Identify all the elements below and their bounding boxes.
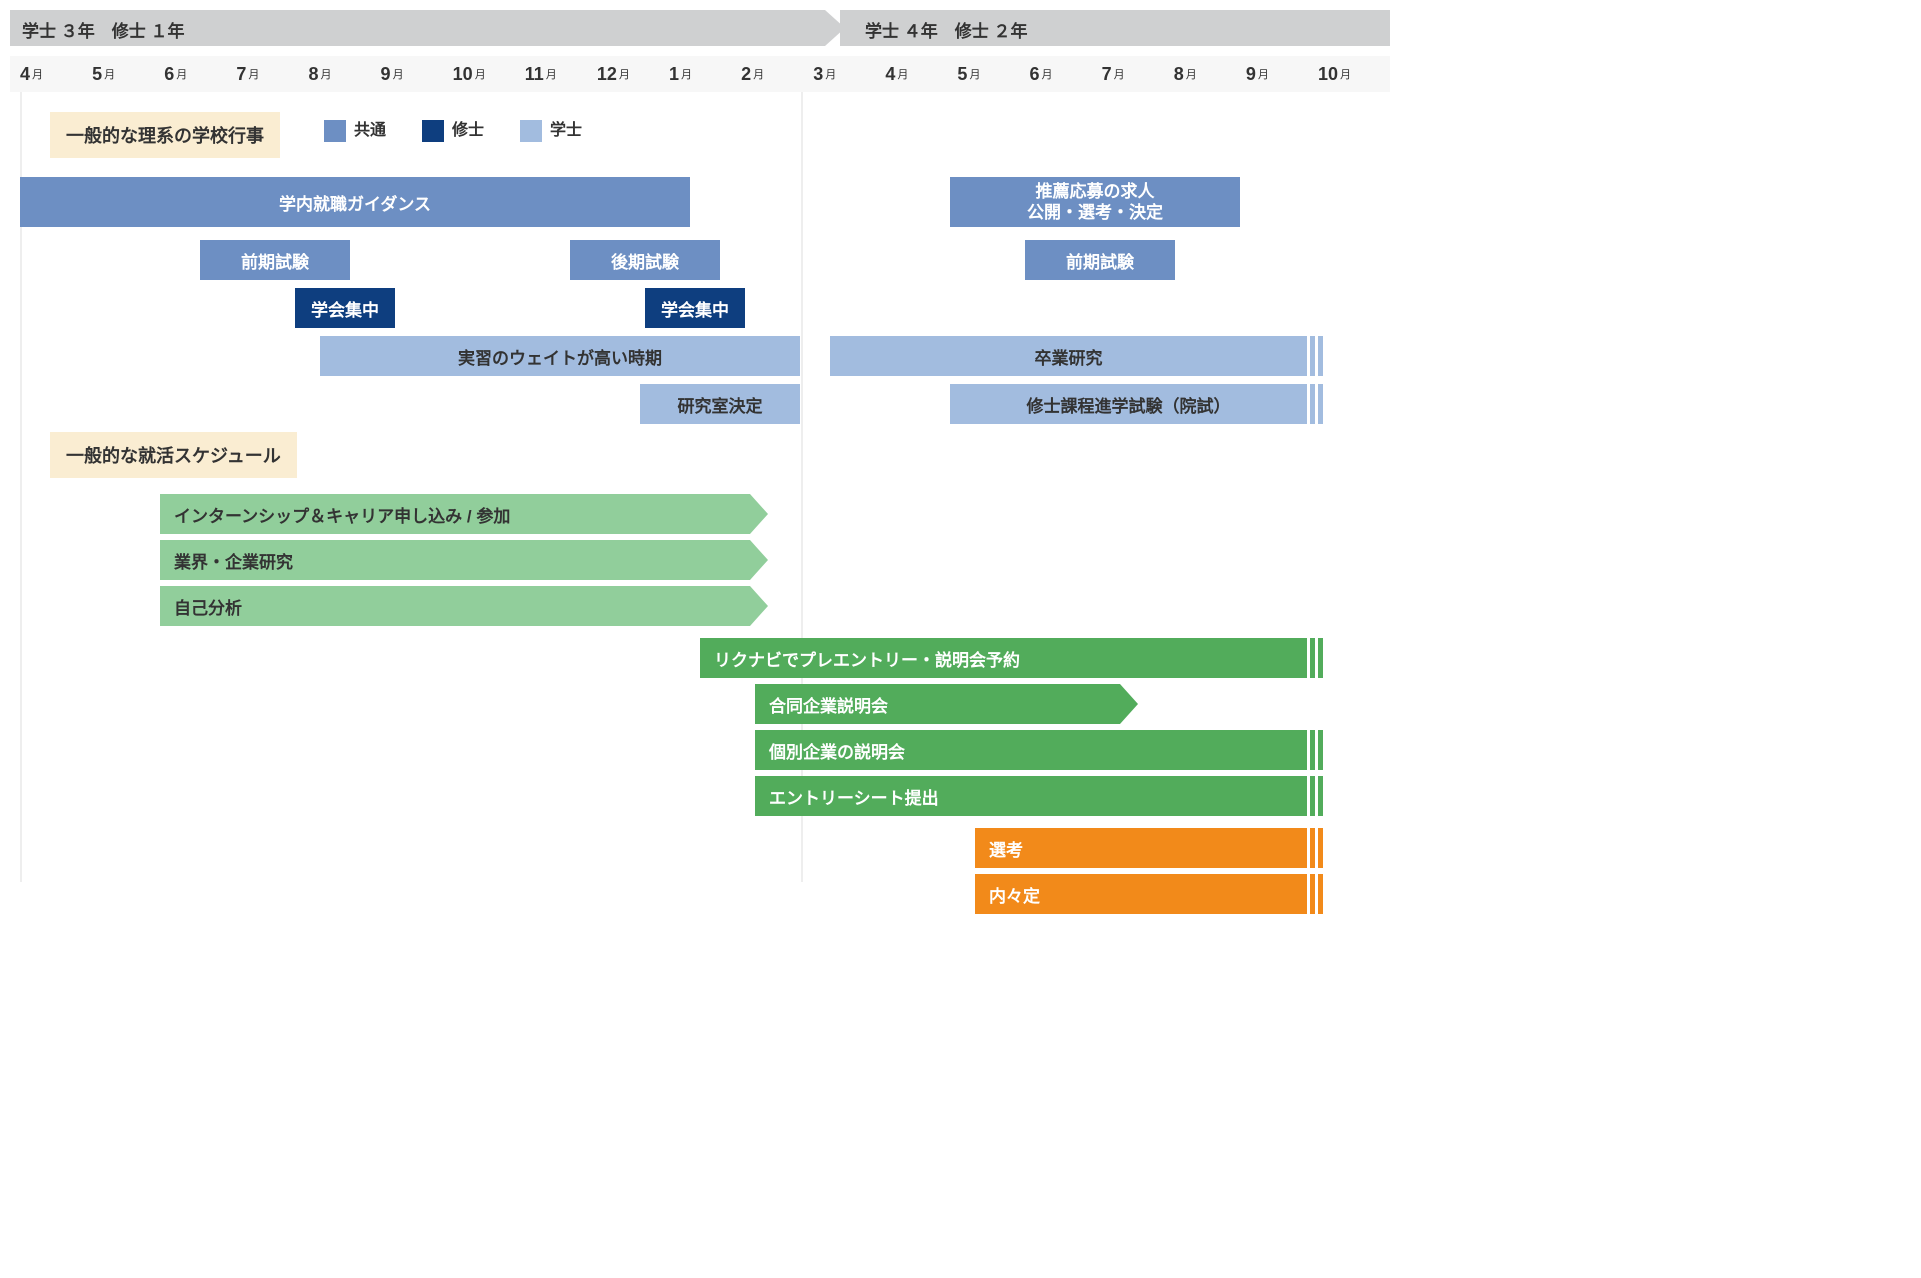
bar-indiv: 個別企業の説明会 bbox=[755, 730, 1307, 770]
month-cell: 9月 bbox=[1246, 56, 1318, 92]
continuation-stripe bbox=[1310, 384, 1315, 424]
month-cell: 7月 bbox=[236, 56, 308, 92]
section1-title: 一般的な理系の学校行事 bbox=[50, 112, 280, 158]
bar-es: エントリーシート提出 bbox=[755, 776, 1307, 816]
bar-text: 公開・選考・決定 bbox=[1027, 203, 1163, 222]
bar-industry: 業界・企業研究 bbox=[160, 540, 750, 580]
bar-conf2: 学会集中 bbox=[645, 288, 745, 328]
legend-label: 修士 bbox=[452, 122, 484, 139]
legend-swatch-common bbox=[324, 120, 346, 142]
bar-selection: 選考 bbox=[975, 828, 1307, 868]
month-cell: 7月 bbox=[1102, 56, 1174, 92]
bar-exam-first1: 前期試験 bbox=[200, 240, 350, 280]
timeline-chart: 学士 ３年 修士 １年 学士 ４年 修士 ２年 4月5月6月7月8月9月10月1… bbox=[10, 10, 1390, 890]
continuation-stripe bbox=[1318, 336, 1323, 376]
legend-swatch-bachelor bbox=[520, 120, 542, 142]
month-cell: 5月 bbox=[957, 56, 1029, 92]
month-cell: 5月 bbox=[92, 56, 164, 92]
bar-text: 推薦応募の求人 bbox=[1036, 182, 1155, 201]
month-cell: 3月 bbox=[813, 56, 885, 92]
month-cell: 10月 bbox=[1318, 56, 1390, 92]
month-cell: 9月 bbox=[381, 56, 453, 92]
bar-recommend: 推薦応募の求人 公開・選考・決定 bbox=[950, 177, 1240, 227]
month-cell: 10月 bbox=[453, 56, 525, 92]
bar-preentry: リクナビでプレエントリー・説明会予約 bbox=[700, 638, 1307, 678]
continuation-stripe bbox=[1318, 874, 1323, 914]
continuation-stripe bbox=[1310, 776, 1315, 816]
continuation-stripe bbox=[1318, 384, 1323, 424]
legend-label: 共通 bbox=[354, 122, 386, 139]
continuation-stripe bbox=[1310, 874, 1315, 914]
continuation-stripe bbox=[1310, 730, 1315, 770]
bar-gradexam: 修士課程進学試験（院試） bbox=[950, 384, 1307, 424]
continuation-stripe bbox=[1318, 828, 1323, 868]
year-left: 学士 ３年 修士 １年 bbox=[10, 10, 825, 46]
month-cell: 2月 bbox=[741, 56, 813, 92]
bar-offer: 内々定 bbox=[975, 874, 1307, 914]
continuation-stripe bbox=[1318, 730, 1323, 770]
bar-labdecide: 研究室決定 bbox=[640, 384, 800, 424]
month-cell: 4月 bbox=[885, 56, 957, 92]
continuation-stripe bbox=[1310, 336, 1315, 376]
month-cell: 8月 bbox=[308, 56, 380, 92]
continuation-stripe bbox=[1318, 776, 1323, 816]
bar-self: 自己分析 bbox=[160, 586, 750, 626]
bar-exam-second: 後期試験 bbox=[570, 240, 720, 280]
bar-practice: 実習のウェイトが高い時期 bbox=[320, 336, 800, 376]
month-cell: 6月 bbox=[1030, 56, 1102, 92]
bar-conf1: 学会集中 bbox=[295, 288, 395, 328]
month-cell: 8月 bbox=[1174, 56, 1246, 92]
month-cell: 4月 bbox=[20, 56, 92, 92]
month-row: 4月5月6月7月8月9月10月11月12月1月2月3月4月5月6月7月8月9月1… bbox=[10, 56, 1390, 92]
year-arrow-icon bbox=[825, 10, 845, 46]
legend: 共通 修士 学士 bbox=[310, 116, 582, 142]
bar-thesis: 卒業研究 bbox=[830, 336, 1307, 376]
bar-joint: 合同企業説明会 bbox=[755, 684, 1120, 724]
month-cell: 11月 bbox=[525, 56, 597, 92]
legend-label: 学士 bbox=[550, 122, 582, 139]
bar-intern: インターンシップ＆キャリア申し込み / 参加 bbox=[160, 494, 750, 534]
section2-title: 一般的な就活スケジュール bbox=[50, 432, 297, 478]
grid-area: 一般的な理系の学校行事 共通 修士 学士 学内就職ガイダンス 推薦応募の求人 公… bbox=[10, 92, 1390, 882]
month-cell: 1月 bbox=[669, 56, 741, 92]
bar-guidance: 学内就職ガイダンス bbox=[20, 177, 690, 227]
continuation-stripe bbox=[1310, 828, 1315, 868]
bar-exam-first2: 前期試験 bbox=[1025, 240, 1175, 280]
continuation-stripe bbox=[1318, 638, 1323, 678]
year-header: 学士 ３年 修士 １年 学士 ４年 修士 ２年 bbox=[10, 10, 1390, 46]
legend-swatch-master bbox=[422, 120, 444, 142]
continuation-stripe bbox=[1310, 638, 1315, 678]
month-cell: 6月 bbox=[164, 56, 236, 92]
year-right: 学士 ４年 修士 ２年 bbox=[840, 10, 1390, 46]
month-cell: 12月 bbox=[597, 56, 669, 92]
